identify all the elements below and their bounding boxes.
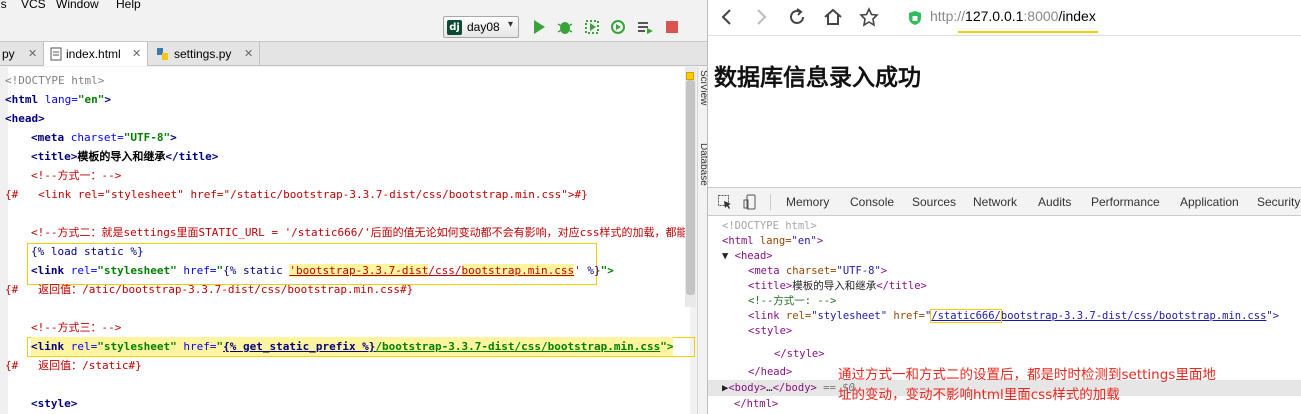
tab-sources[interactable]: Sources (912, 195, 956, 209)
warning-marker-icon[interactable] (686, 72, 694, 80)
dom-node[interactable]: </html> (734, 397, 778, 412)
devtools-tabs: Memory Console Sources Network Audits Pe… (708, 188, 1301, 216)
tab-console[interactable]: Console (850, 195, 894, 209)
tab-network[interactable]: Network (973, 195, 1017, 209)
dom-node[interactable]: <title>模板的导入和继承</title> (748, 279, 927, 294)
run-config-dropdown[interactable]: dj day08 ▾ (443, 16, 519, 38)
inspect-element-icon[interactable] (717, 194, 733, 210)
code-line: <!--方式二：就是settings里面STATIC_URL = '/stati… (31, 226, 688, 239)
scrollbar-thumb[interactable] (686, 80, 695, 295)
tab-security[interactable]: Security (1257, 195, 1300, 209)
code-line: {# 返回值：/atic/bootstrap-3.3.7-dist/css/bo… (5, 283, 414, 296)
tab-py[interactable]: py ✕ (0, 42, 44, 66)
close-icon[interactable]: ✕ (132, 47, 141, 60)
code-line: <!DOCTYPE html> (5, 74, 105, 87)
debug-icon[interactable] (556, 18, 574, 36)
forward-icon[interactable] (750, 6, 772, 28)
bookmark-star-icon[interactable] (858, 6, 880, 28)
menu-bar: ls VCS Window Help (0, 0, 707, 12)
back-icon[interactable] (716, 6, 738, 28)
code-line: <link rel="stylesheet" href="{% static '… (31, 264, 614, 277)
code-line: <html lang="en"> (5, 93, 111, 106)
chevron-down-icon: ▾ (508, 19, 514, 30)
dom-node[interactable]: <link rel="stylesheet" href="/static666/… (748, 309, 1279, 324)
page-heading: 数据库信息录入成功 (714, 65, 921, 91)
dom-node[interactable]: </style> (774, 347, 825, 362)
code-line: <meta charset="UTF-8"> (31, 131, 177, 144)
code-line: <title>模板的导入和继承</title> (31, 150, 219, 163)
database-tool-tab[interactable]: Database (698, 143, 707, 186)
ide-window: ls VCS Window Help dj day08 ▾ py ✕ index… (0, 0, 707, 414)
code-line: <!--方式一：--> (31, 169, 122, 182)
tool-window-strip (697, 67, 707, 414)
django-icon: dj (447, 20, 462, 35)
tab-audits[interactable]: Audits (1038, 195, 1071, 209)
devtools-separator (770, 194, 771, 210)
menu-item-window[interactable]: Window (56, 0, 99, 11)
dom-node[interactable]: <style> (748, 324, 792, 339)
url-highlight (958, 31, 1098, 33)
url-field[interactable]: http://127.0.0.1:8000/index (930, 8, 1096, 24)
dom-node[interactable]: <!DOCTYPE html> (722, 219, 817, 234)
profile-icon[interactable] (609, 18, 627, 36)
expand-arrow-icon: ▼ (722, 250, 729, 262)
dom-tree[interactable]: <!DOCTYPE html> <html lang="en"> ▼ <head… (708, 217, 1301, 414)
code-line: <link rel="stylesheet" href="{% get_stat… (31, 337, 674, 356)
stop-icon[interactable] (663, 18, 681, 36)
html-file-icon (50, 47, 62, 61)
secure-shield-icon (909, 11, 921, 25)
ide-toolbar: dj day08 ▾ (0, 12, 707, 42)
code-editor[interactable]: <!DOCTYPE html> <html lang="en"> <head> … (0, 67, 695, 414)
code-line: {# <link rel="stylesheet" href="/static/… (5, 188, 588, 201)
tab-index-html[interactable]: index.html ✕ (44, 42, 148, 66)
home-icon[interactable] (822, 6, 844, 28)
menu-item-help[interactable]: Help (116, 0, 141, 11)
devtools-panel: Memory Console Sources Network Audits Pe… (708, 187, 1301, 414)
browser-window: http://127.0.0.1:8000/index 数据库信息录入成功 Me… (707, 0, 1301, 414)
dom-node[interactable]: <meta charset="UTF-8"> (748, 264, 887, 279)
run-config-label: day08 (467, 20, 500, 34)
menu-item-vcs[interactable]: VCS (21, 0, 46, 11)
sciview-tool-tab[interactable]: SciView (698, 70, 707, 105)
dom-node[interactable]: ▶<body>…</body> == $0 (722, 381, 855, 396)
tab-application[interactable]: Application (1180, 195, 1239, 209)
run-icon[interactable] (530, 18, 548, 36)
annotation-note: 通过方式一和方式二的设置后，都是时时检测到settings里面地 址的变动，变动… (838, 367, 1216, 403)
address-bar: http://127.0.0.1:8000/index (708, 0, 1301, 36)
menu-item-tools[interactable]: ls (0, 0, 7, 11)
close-icon[interactable]: ✕ (244, 47, 253, 60)
dom-node[interactable]: <html lang="en"> (722, 234, 823, 249)
coverage-icon[interactable] (583, 18, 601, 36)
code-line: {# 返回值：/static#} (5, 359, 142, 372)
reload-icon[interactable] (786, 6, 808, 28)
run-list-icon[interactable] (636, 18, 654, 36)
editor-tabs: py ✕ index.html ✕ settings.py ✕ (0, 42, 707, 66)
python-file-icon (157, 48, 168, 60)
code-line: <!--方式三：--> (31, 321, 122, 334)
close-icon[interactable]: ✕ (28, 47, 37, 60)
code-line: <style> (31, 397, 78, 410)
device-toolbar-icon[interactable] (743, 194, 759, 210)
dom-node[interactable]: </head> (748, 365, 792, 380)
code-line: {% load static %} (31, 245, 144, 258)
code-line: <head> (5, 112, 45, 125)
dom-node[interactable]: ▼ <head> (722, 249, 773, 264)
tab-settings-py[interactable]: settings.py ✕ (148, 42, 260, 66)
dom-node[interactable]: <!--方式一: --> (748, 294, 836, 309)
tab-memory[interactable]: Memory (786, 195, 829, 209)
tab-performance[interactable]: Performance (1091, 195, 1160, 209)
